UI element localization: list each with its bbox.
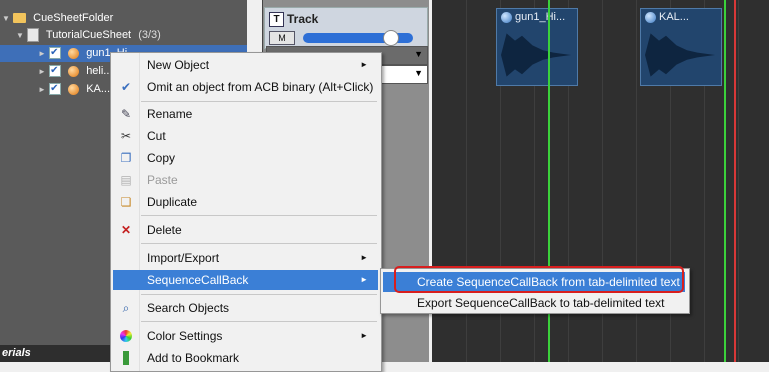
menu-separator: [141, 294, 377, 295]
checkbox[interactable]: [49, 62, 62, 79]
menu-item-duplicate[interactable]: ❏ Duplicate: [113, 192, 378, 212]
tree-item-label: KA...: [86, 83, 111, 95]
menu-item-color-settings[interactable]: Color Settings ►: [113, 326, 378, 346]
menu-item-add-to-bookmark[interactable]: Add to Bookmark: [113, 348, 378, 368]
menu-item-search-objects[interactable]: ⌕ Search Objects: [113, 298, 378, 318]
duplicate-icon: ❏: [120, 195, 132, 209]
waveform-icon: [501, 11, 512, 23]
menu-item-label: Rename: [147, 107, 193, 121]
pencil-icon: ✎: [120, 107, 132, 121]
menu-item-label: Export SequenceCallBack to tab-delimited…: [417, 296, 665, 310]
paste-icon: ▤: [120, 173, 132, 187]
tree-item-cuesheet-folder[interactable]: ▼ CueSheetFolder: [2, 10, 113, 27]
marker-line-green[interactable]: [724, 0, 726, 362]
menu-separator: [141, 215, 377, 216]
submenu-arrow-icon: ►: [360, 275, 368, 284]
menu-item-new-object[interactable]: New Object ►: [113, 55, 378, 75]
copy-icon: ❐: [120, 151, 132, 165]
timeline-gridline: [738, 0, 739, 362]
annotation-highlight-box: [394, 266, 684, 293]
tree-item-label: TutorialCueSheet: [45, 29, 132, 41]
expand-arrow-icon[interactable]: ►: [38, 81, 46, 98]
expand-arrow-icon[interactable]: ▼: [2, 10, 10, 27]
clip-label-text: KAL...: [659, 11, 689, 23]
menu-item-label: Color Settings: [147, 329, 223, 343]
expand-arrow-icon[interactable]: ▼: [16, 27, 24, 44]
menu-item-label: Delete: [147, 223, 182, 237]
waveform-clip-1[interactable]: gun1_Hi...: [496, 8, 578, 86]
scissors-icon: ✂: [120, 129, 132, 143]
folder-icon: [13, 13, 27, 24]
clip-label: gun1_Hi...: [501, 11, 565, 23]
menu-separator: [141, 243, 377, 244]
menu-item-rename[interactable]: ✎ Rename: [113, 104, 378, 124]
cue-icon: [68, 65, 80, 77]
waveform-icon: [645, 11, 656, 23]
menu-item-label: Cut: [147, 129, 166, 143]
track-title: Track: [287, 12, 319, 26]
bookmark-icon: [123, 351, 129, 365]
menu-item-delete[interactable]: ✕ Delete: [113, 220, 378, 240]
chevron-down-icon: ▼: [414, 49, 423, 59]
menu-item-export-sequencecallback[interactable]: Export SequenceCallBack to tab-delimited…: [383, 293, 685, 313]
tree-item-label: CueSheetFolder: [33, 12, 114, 24]
menu-separator: [141, 101, 377, 102]
tree-item-cue-3[interactable]: ► KA...: [38, 80, 111, 98]
tree-item-cue-2[interactable]: ► heli...: [38, 62, 113, 80]
submenu-arrow-icon: ►: [360, 253, 368, 262]
menu-item-import-export[interactable]: Import/Export ►: [113, 248, 378, 268]
context-menu: New Object ► ✔ Omit an object from ACB b…: [110, 52, 382, 372]
delete-x-icon: ✕: [120, 223, 132, 237]
menu-icon-gutter: [139, 53, 140, 371]
menu-item-label: New Object: [147, 58, 210, 72]
menu-item-paste[interactable]: ▤ Paste: [113, 170, 378, 190]
menu-item-label: Add to Bookmark: [147, 351, 240, 365]
cuesheet-icon: [27, 28, 40, 43]
submenu-arrow-icon: ►: [360, 60, 368, 69]
track-header[interactable]: T Track M: [264, 7, 428, 49]
volume-slider[interactable]: [303, 30, 413, 46]
chevron-down-icon: ▼: [414, 68, 423, 78]
tree-item-label: heli...: [86, 65, 113, 77]
check-icon: ✔: [120, 80, 132, 94]
menu-item-sequencecallback[interactable]: SequenceCallBack ►: [113, 270, 378, 290]
text-track-icon[interactable]: T: [269, 12, 284, 27]
menu-item-label: SequenceCallBack: [147, 273, 249, 287]
playhead-line-red[interactable]: [734, 0, 736, 362]
menu-item-label: Search Objects: [147, 301, 230, 315]
menu-item-label: Paste: [147, 173, 178, 187]
menu-item-copy[interactable]: ❐ Copy: [113, 148, 378, 168]
menu-item-label: Duplicate: [147, 195, 198, 209]
color-wheel-icon: [120, 330, 132, 342]
clip-label: KAL...: [645, 11, 689, 23]
cue-icon: [68, 83, 80, 95]
submenu-arrow-icon: ►: [360, 331, 368, 340]
cue-icon: [68, 47, 80, 59]
checkbox[interactable]: [49, 80, 62, 97]
search-icon: ⌕: [122, 301, 130, 315]
checkbox[interactable]: [49, 44, 62, 61]
waveform: [501, 33, 571, 77]
menu-item-omit-from-acb[interactable]: ✔ Omit an object from ACB binary (Alt+Cl…: [113, 77, 378, 97]
tree-item-count: (3/3): [138, 29, 161, 41]
expand-arrow-icon[interactable]: ►: [38, 45, 46, 62]
menu-item-label: Import/Export: [147, 251, 220, 265]
menu-item-cut[interactable]: ✂ Cut: [113, 126, 378, 146]
clip-label-text: gun1_Hi...: [515, 11, 566, 23]
tree-item-cuesheet[interactable]: ▼ TutorialCueSheet (3/3): [16, 27, 161, 44]
waveform: [645, 33, 715, 77]
menu-separator: [141, 321, 377, 322]
menu-item-label: Omit an object from ACB binary (Alt+Clic…: [147, 80, 374, 94]
menu-item-label: Copy: [147, 151, 176, 165]
volume-slider-knob[interactable]: [383, 30, 399, 46]
waveform-clip-2[interactable]: KAL...: [640, 8, 722, 86]
expand-arrow-icon[interactable]: ►: [38, 63, 46, 80]
mixer-icon[interactable]: M: [269, 31, 295, 45]
